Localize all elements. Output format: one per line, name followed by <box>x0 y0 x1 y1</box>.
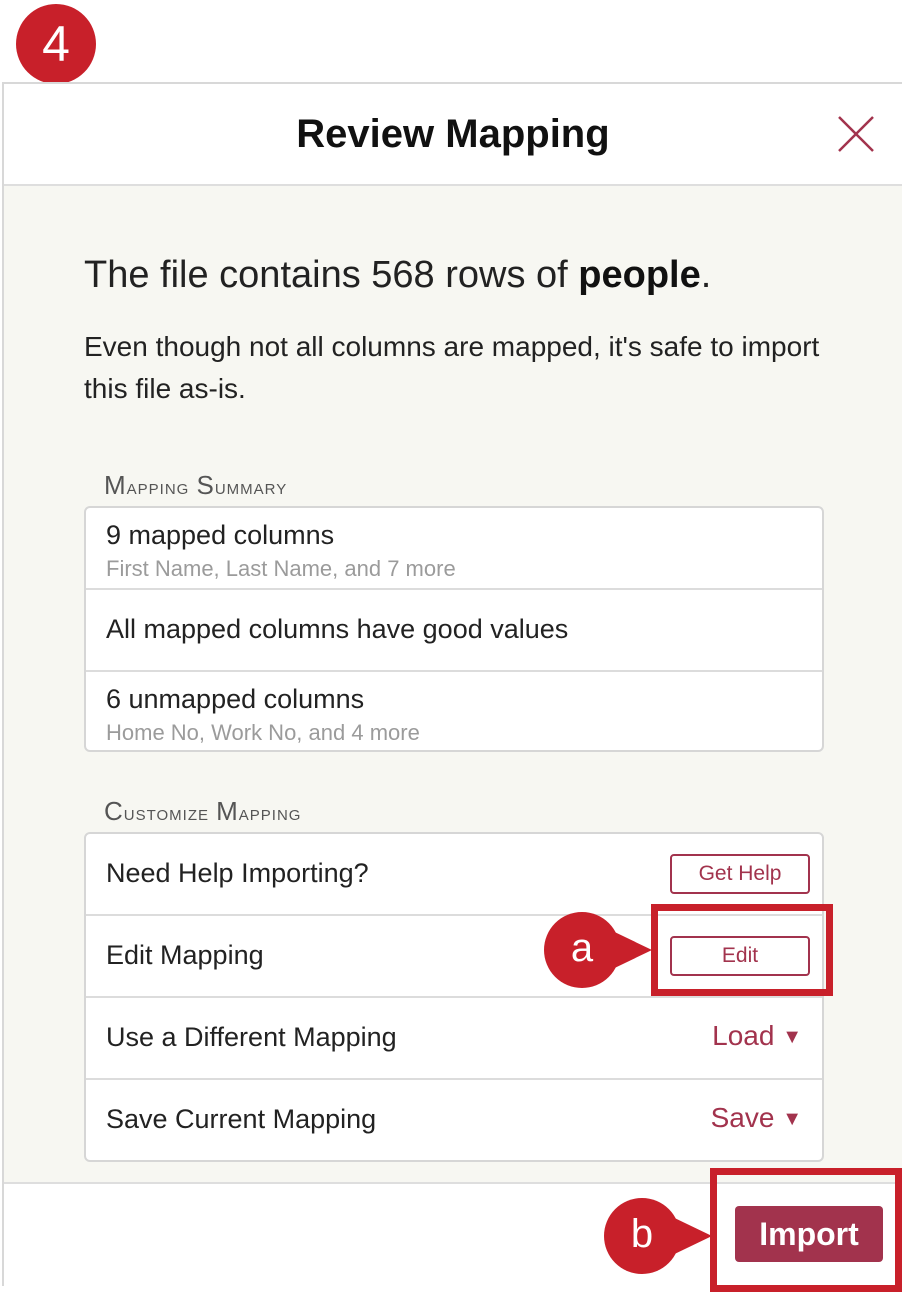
edit-button-highlight <box>651 904 833 996</box>
save-mapping-dropdown[interactable]: Save ▼ <box>711 1102 802 1134</box>
load-mapping-dropdown[interactable]: Load ▼ <box>712 1020 802 1052</box>
import-button-highlight <box>710 1168 902 1292</box>
record-type: people <box>578 254 701 296</box>
summary-row-good-values: All mapped columns have good values <box>86 588 822 670</box>
save-mapping-row: Save Current Mapping Save ▼ <box>86 1078 822 1160</box>
customize-mapping-heading: Customize Mapping <box>104 796 302 826</box>
file-summary-headline: The file contains 568 rows of people. <box>84 254 712 296</box>
customize-mapping-panel: Need Help Importing? Get Help Edit Mappi… <box>84 832 824 1162</box>
load-mapping-row: Use a Different Mapping Load ▼ <box>86 996 822 1078</box>
mapping-summary-panel: 9 mapped columns First Name, Last Name, … <box>84 506 824 752</box>
get-help-button[interactable]: Get Help <box>670 854 810 894</box>
callout-a-badge: a <box>544 912 620 988</box>
summary-row-mapped: 9 mapped columns First Name, Last Name, … <box>106 520 456 581</box>
callout-b-badge: b <box>604 1198 680 1274</box>
caret-down-icon: ▼ <box>782 1026 802 1048</box>
dialog-title: Review Mapping <box>296 112 610 156</box>
dialog-body: The file contains 568 rows of people. Ev… <box>4 186 902 1182</box>
step-number-badge: 4 <box>16 4 96 84</box>
dialog-header: Review Mapping <box>4 84 902 186</box>
import-safety-note: Even though not all columns are mapped, … <box>84 331 820 404</box>
mapping-summary-heading: Mapping Summary <box>104 470 288 500</box>
review-mapping-dialog: Review Mapping The file contains 568 row… <box>2 82 902 1286</box>
close-icon[interactable] <box>836 114 876 154</box>
caret-down-icon: ▼ <box>782 1108 802 1130</box>
summary-row-unmapped: 6 unmapped columns Home No, Work No, and… <box>86 670 822 750</box>
